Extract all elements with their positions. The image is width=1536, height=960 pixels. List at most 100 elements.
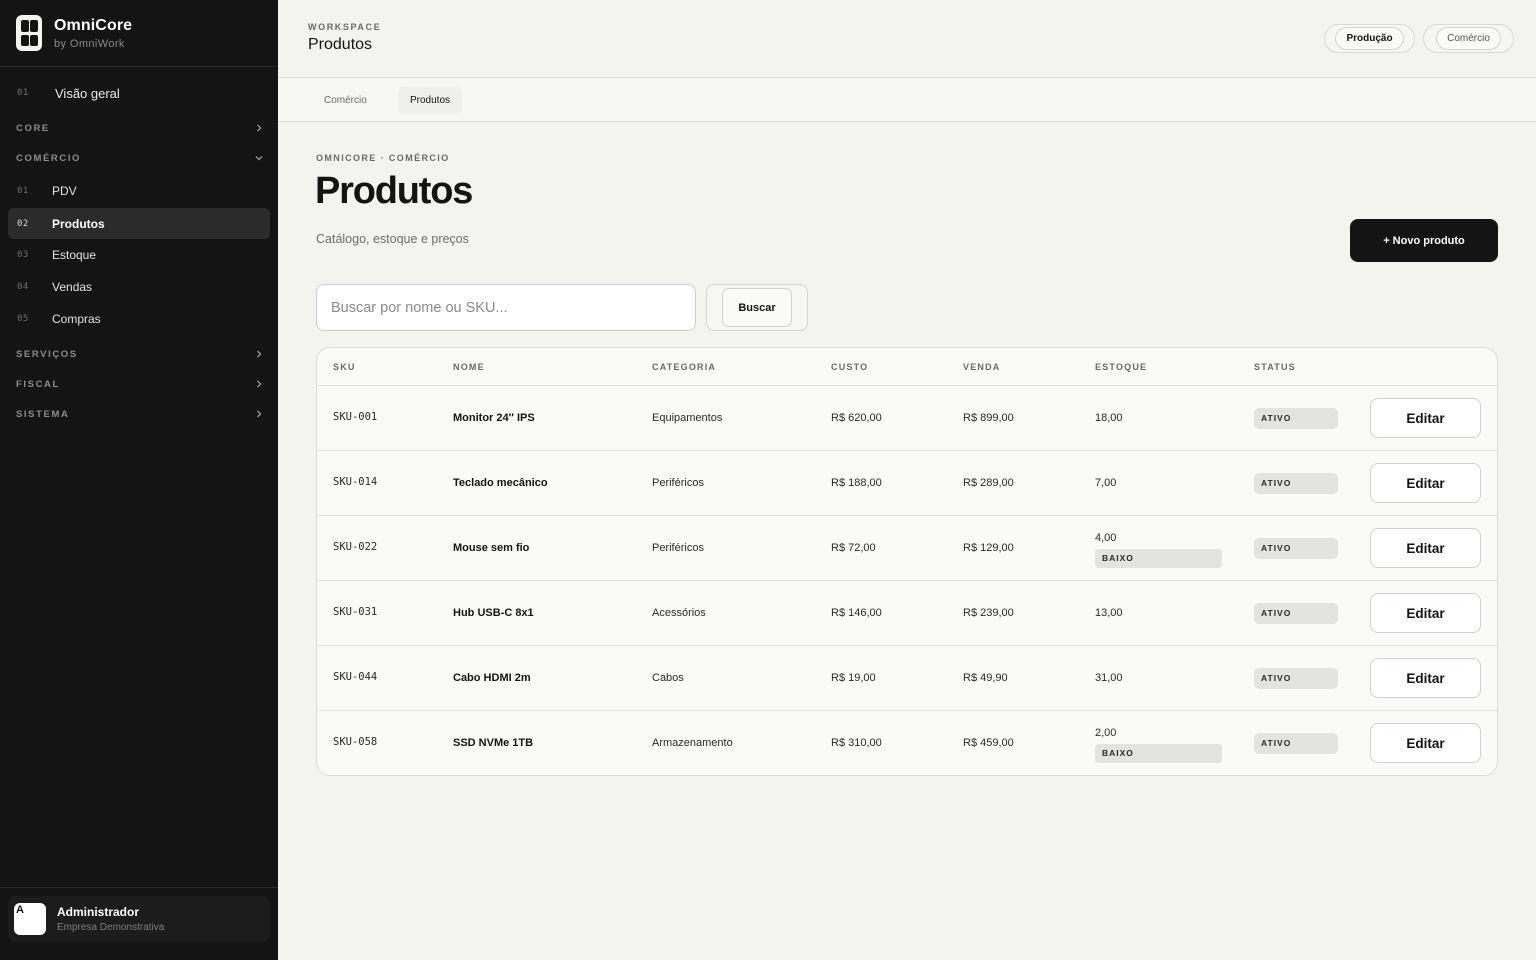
table-row[interactable]: SKU-058 SSD NVMe 1TB Armazenamento R$ 31… xyxy=(317,711,1497,775)
table-row[interactable]: SKU-022 Mouse sem fio Periféricos R$ 72,… xyxy=(317,516,1497,581)
sidebar-item-estoque[interactable]: 03 Estoque xyxy=(8,239,270,270)
section-core[interactable]: CORE xyxy=(16,118,266,138)
item-number: 01 xyxy=(17,185,29,196)
section-servicos[interactable]: SERVIÇOS xyxy=(16,344,266,364)
search-button-wrapper: Buscar xyxy=(706,284,808,331)
sidebar-item-label: PDV xyxy=(52,183,77,198)
cell-sale: R$ 289,00 xyxy=(963,477,1014,489)
cell-sku: SKU-001 xyxy=(333,411,378,423)
cell-sale: R$ 239,00 xyxy=(963,607,1014,619)
cell-category: Armazenamento xyxy=(652,737,733,749)
avatar: A xyxy=(14,903,46,935)
item-number: 01 xyxy=(17,88,29,98)
cell-stock: 2,00 xyxy=(1095,727,1117,739)
section-sistema[interactable]: SISTEMA xyxy=(16,404,266,424)
sidebar-item-label: Compras xyxy=(52,311,101,326)
column-header-estoque: ESTOQUE xyxy=(1095,362,1148,372)
table-row[interactable]: SKU-044 Cabo HDMI 2m Cabos R$ 19,00 R$ 4… xyxy=(317,646,1497,711)
column-header-sku: SKU xyxy=(333,362,356,372)
search-input[interactable] xyxy=(316,284,696,331)
chevron-right-icon xyxy=(252,377,266,391)
top-header: WORKSPACE Produtos Produção Comércio xyxy=(278,0,1536,78)
item-number: 03 xyxy=(17,249,29,260)
cell-category: Periféricos xyxy=(652,542,704,554)
cell-category: Acessórios xyxy=(652,607,706,619)
cell-name: SSD NVMe 1TB xyxy=(453,737,534,749)
new-product-button[interactable]: + Novo produto xyxy=(1350,219,1498,262)
section-fiscal[interactable]: FISCAL xyxy=(16,374,266,394)
sidebar-item-visao-geral[interactable]: 01 Visão geral xyxy=(0,80,278,106)
edit-button[interactable]: Editar xyxy=(1370,593,1481,633)
low-stock-badge: BAIXO xyxy=(1095,744,1222,763)
column-header-custo: CUSTO xyxy=(831,362,869,372)
tab-bar: Comércio Produtos xyxy=(278,78,1536,122)
user-name: Administrador xyxy=(57,905,140,919)
chevron-right-icon xyxy=(252,121,266,135)
search-button[interactable]: Buscar xyxy=(722,288,792,327)
cell-name: Mouse sem fio xyxy=(453,542,530,554)
cell-category: Cabos xyxy=(652,672,684,684)
pill-label: Comércio xyxy=(1436,27,1501,50)
edit-button[interactable]: Editar xyxy=(1370,528,1481,568)
edit-button[interactable]: Editar xyxy=(1370,723,1481,763)
tab-produtos[interactable]: Produtos xyxy=(398,87,463,114)
column-header-categoria: CATEGORIA xyxy=(652,362,717,372)
table-row[interactable]: SKU-014 Teclado mecânico Periféricos R$ … xyxy=(317,451,1497,516)
sidebar-item-produtos[interactable]: 02 Produtos xyxy=(8,208,270,239)
section-label: SISTEMA xyxy=(16,408,70,420)
cell-sale: R$ 49,90 xyxy=(963,672,1008,684)
page-title: Produtos xyxy=(315,170,473,212)
cell-name: Hub USB-C 8x1 xyxy=(453,607,534,619)
table-header: SKU NOME CATEGORIA CUSTO VENDA ESTOQUE S… xyxy=(317,348,1497,386)
item-number: 05 xyxy=(17,313,29,324)
status-badge: ATIVO xyxy=(1254,733,1338,754)
products-table: SKU NOME CATEGORIA CUSTO VENDA ESTOQUE S… xyxy=(316,347,1498,776)
page-subtitle: Catálogo, estoque e preços xyxy=(316,232,469,246)
user-panel: A Administrador Empresa Demonstrativa xyxy=(0,887,278,960)
edit-button[interactable]: Editar xyxy=(1370,658,1481,698)
tab-comercio[interactable]: Comércio xyxy=(312,87,379,114)
brand-subtitle: by OmniWork xyxy=(54,37,125,50)
edit-button[interactable]: Editar xyxy=(1370,398,1481,438)
section-comercio[interactable]: COMÉRCIO xyxy=(16,148,266,168)
item-number: 02 xyxy=(17,218,29,229)
cell-sale: R$ 899,00 xyxy=(963,412,1014,424)
table-row[interactable]: SKU-001 Monitor 24″ IPS Equipamentos R$ … xyxy=(317,386,1497,451)
cell-sale: R$ 459,00 xyxy=(963,737,1014,749)
chevron-down-icon xyxy=(252,151,266,165)
user-org: Empresa Demonstrativa xyxy=(57,922,165,933)
omnicore-logo-icon xyxy=(16,15,42,51)
section-label: FISCAL xyxy=(16,378,60,390)
cell-cost: R$ 620,00 xyxy=(831,412,882,424)
section-label: CORE xyxy=(16,122,50,134)
sidebar-item-pdv[interactable]: 01 PDV xyxy=(8,175,270,206)
cell-sku: SKU-031 xyxy=(333,606,378,618)
cell-stock: 4,00 xyxy=(1095,532,1117,544)
cell-sku: SKU-014 xyxy=(333,476,378,488)
chevron-right-icon xyxy=(252,347,266,361)
brand[interactable]: OmniCore by OmniWork xyxy=(0,0,278,67)
cell-name: Teclado mecânico xyxy=(453,477,548,489)
edit-button[interactable]: Editar xyxy=(1370,463,1481,503)
chevron-right-icon xyxy=(252,407,266,421)
sidebar-item-label: Produtos xyxy=(52,216,105,231)
sidebar-item-label: Vendas xyxy=(52,279,93,294)
item-number: 04 xyxy=(17,281,29,292)
sidebar-item-label: Estoque xyxy=(52,247,97,262)
user-card[interactable]: A Administrador Empresa Demonstrativa xyxy=(8,896,270,942)
avatar-initial: A xyxy=(16,904,24,916)
table-row[interactable]: SKU-031 Hub USB-C 8x1 Acessórios R$ 146,… xyxy=(317,581,1497,646)
cell-stock: 7,00 xyxy=(1095,477,1117,489)
cell-stock: 13,00 xyxy=(1095,607,1123,619)
pill-producao[interactable]: Produção xyxy=(1324,24,1415,53)
cell-sku: SKU-044 xyxy=(333,671,378,683)
status-badge: ATIVO xyxy=(1254,603,1338,624)
cell-name: Monitor 24″ IPS xyxy=(453,412,535,424)
status-badge: ATIVO xyxy=(1254,408,1338,429)
sidebar-item-vendas[interactable]: 04 Vendas xyxy=(8,271,270,302)
column-header-nome: NOME xyxy=(453,362,485,372)
cell-cost: R$ 19,00 xyxy=(831,672,876,684)
pill-comercio[interactable]: Comércio xyxy=(1423,24,1514,53)
breadcrumb: OMNICORE · COMÉRCIO xyxy=(316,153,450,163)
sidebar-item-compras[interactable]: 05 Compras xyxy=(8,303,270,334)
